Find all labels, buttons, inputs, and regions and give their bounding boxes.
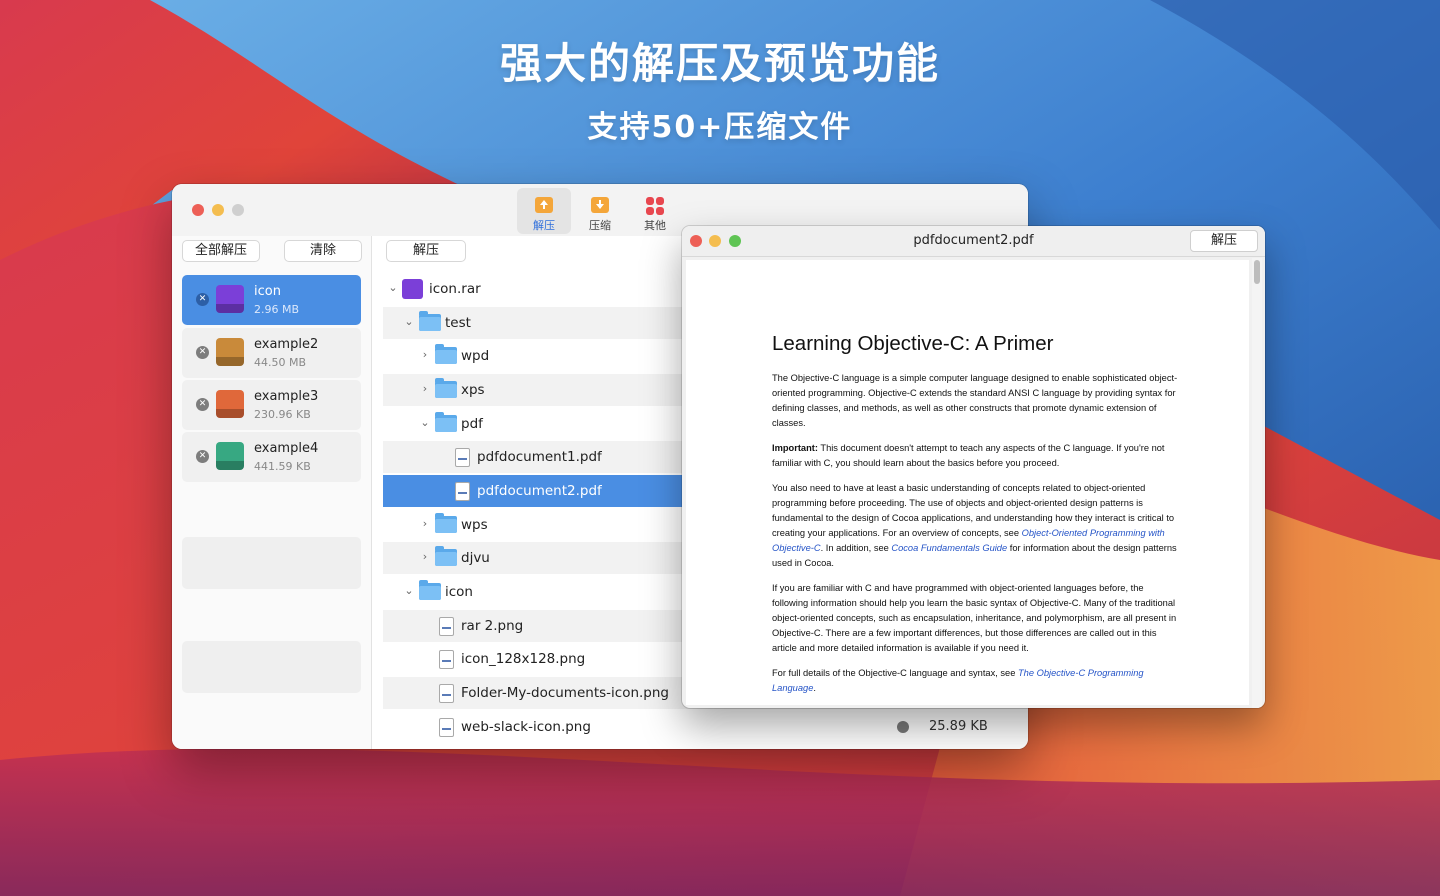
tree-label: icon xyxy=(445,584,473,600)
extract-icon xyxy=(535,197,553,213)
clear-button[interactable]: 清除 xyxy=(284,240,362,262)
promo-subheadline: 支持50+压缩文件 xyxy=(587,110,853,145)
preview-icon[interactable] xyxy=(897,721,909,733)
archive-name: icon xyxy=(254,284,281,299)
archive-name: example2 xyxy=(254,337,319,352)
pdf-preview-window: pdfdocument2.pdf 解压 Learning Objective-C… xyxy=(682,226,1265,708)
scrollbar[interactable] xyxy=(1252,258,1262,708)
folder-icon xyxy=(419,580,441,600)
paragraph: For full details of the Objective-C lang… xyxy=(772,666,1178,696)
close-button[interactable] xyxy=(192,204,204,216)
chevron-right-icon[interactable]: › xyxy=(419,517,431,530)
archive-name: example3 xyxy=(254,389,319,404)
pdf-file-icon xyxy=(455,448,470,467)
tree-label: pdfdocument2.pdf xyxy=(477,483,602,499)
zoom-button[interactable] xyxy=(232,204,244,216)
chevron-down-icon[interactable]: ⌄ xyxy=(387,281,399,294)
remove-icon[interactable]: ✕ xyxy=(196,293,209,306)
important-label: Important: xyxy=(772,443,818,453)
archive-name: example4 xyxy=(254,441,319,456)
chevron-down-icon[interactable]: ⌄ xyxy=(403,584,415,597)
extract-button[interactable]: 解压 xyxy=(386,240,466,262)
tree-label: Folder-My-documents-icon.png xyxy=(461,685,669,701)
paragraph-text: This document doesn't attempt to teach a… xyxy=(772,443,1165,468)
toolbar-compress-label: 压缩 xyxy=(589,219,611,232)
paragraph-text: . xyxy=(813,683,816,693)
promo-headline: 强大的解压及预览功能 xyxy=(499,39,940,88)
scroll-thumb[interactable] xyxy=(1254,260,1260,284)
compress-icon xyxy=(591,197,609,213)
chevron-down-icon[interactable]: ⌄ xyxy=(403,315,415,328)
tree-label: djvu xyxy=(461,550,490,566)
tree-label: icon_128x128.png xyxy=(461,651,586,667)
image-file-icon xyxy=(439,718,454,737)
tree-label: pdfdocument1.pdf xyxy=(477,449,602,465)
image-file-icon xyxy=(439,684,454,703)
folder-icon xyxy=(435,546,457,566)
archive-card[interactable]: ✕ example3 230.96 KB xyxy=(182,380,361,430)
folder-icon xyxy=(435,378,457,398)
archive-size: 441.59 KB xyxy=(254,460,311,473)
folder-icon xyxy=(419,311,441,331)
folder-icon xyxy=(435,344,457,364)
rar-file-icon xyxy=(402,279,423,299)
paragraph: Important: This document doesn't attempt… xyxy=(772,441,1178,471)
folder-icon xyxy=(435,412,457,432)
document-heading: Learning Objective-C: A Primer xyxy=(772,332,1054,355)
toolbar-extract-button[interactable]: 解压 xyxy=(517,188,571,234)
paragraph-text: For full details of the Objective-C lang… xyxy=(772,668,1018,678)
remove-icon[interactable]: ✕ xyxy=(196,346,209,359)
empty-slot xyxy=(182,537,361,589)
chevron-down-icon[interactable]: ⌄ xyxy=(419,416,431,429)
doc-link[interactable]: Cocoa Fundamentals Guide xyxy=(891,543,1007,553)
remove-icon[interactable]: ✕ xyxy=(196,450,209,463)
rar-file-icon xyxy=(216,285,244,313)
tree-label: wps xyxy=(461,517,488,533)
toolbar-other-button[interactable]: 其他 xyxy=(628,188,682,234)
paragraph: If you are familiar with C and have prog… xyxy=(772,583,1177,653)
bz2-file-icon xyxy=(216,442,244,470)
preview-titlebar: pdfdocument2.pdf 解压 xyxy=(682,226,1265,257)
pdf-file-icon xyxy=(455,482,470,501)
image-file-icon xyxy=(439,650,454,669)
archive-list-pane: 全部解压 清除 ✕ icon 2.96 MB ✕ example2 44.50 … xyxy=(172,236,372,749)
preview-extract-button[interactable]: 解压 xyxy=(1190,230,1258,252)
preview-title: pdfdocument2.pdf xyxy=(913,233,1034,248)
tree-label: pdf xyxy=(461,416,483,432)
chevron-right-icon[interactable]: › xyxy=(419,550,431,563)
toolbar-compress-button[interactable]: 压缩 xyxy=(573,188,627,234)
tree-label: rar 2.png xyxy=(461,618,524,634)
tree-label: wpd xyxy=(461,348,490,364)
chevron-right-icon[interactable]: › xyxy=(419,348,431,361)
archive-size: 230.96 KB xyxy=(254,408,311,421)
grid-icon xyxy=(646,197,664,215)
paragraph-text: . In addition, see xyxy=(820,543,892,553)
paragraph: The Objective-C language is a simple com… xyxy=(772,373,1178,428)
file-size: 25.89 KB xyxy=(929,719,988,734)
toolbar-other-label: 其他 xyxy=(644,219,666,232)
archive-card[interactable]: ✕ example2 44.50 MB xyxy=(182,328,361,378)
paragraph: You also need to have at least a basic u… xyxy=(772,481,1178,571)
archive-card[interactable]: ✕ icon 2.96 MB xyxy=(182,275,361,325)
tree-row[interactable]: web-slack-icon.png 25.89 KB xyxy=(383,711,1028,743)
toolbar-extract-label: 解压 xyxy=(533,219,555,232)
archive-size: 2.96 MB xyxy=(254,303,300,316)
image-file-icon xyxy=(439,617,454,636)
remove-icon[interactable]: ✕ xyxy=(196,398,209,411)
folder-icon xyxy=(435,513,457,533)
tree-label: xps xyxy=(461,382,485,398)
tree-label: icon.rar xyxy=(429,281,481,297)
archive-file-icon xyxy=(216,338,244,366)
tree-label: test xyxy=(445,315,471,331)
empty-slot xyxy=(182,641,361,693)
archive-card[interactable]: ✕ example4 441.59 KB xyxy=(182,432,361,482)
7z-file-icon xyxy=(216,390,244,418)
tree-label: web-slack-icon.png xyxy=(461,719,591,735)
extract-all-button[interactable]: 全部解压 xyxy=(182,240,260,262)
minimize-button[interactable] xyxy=(212,204,224,216)
chevron-right-icon[interactable]: › xyxy=(419,382,431,395)
pdf-page[interactable]: Learning Objective-C: A Primer The Objec… xyxy=(686,260,1249,705)
archive-size: 44.50 MB xyxy=(254,356,307,369)
